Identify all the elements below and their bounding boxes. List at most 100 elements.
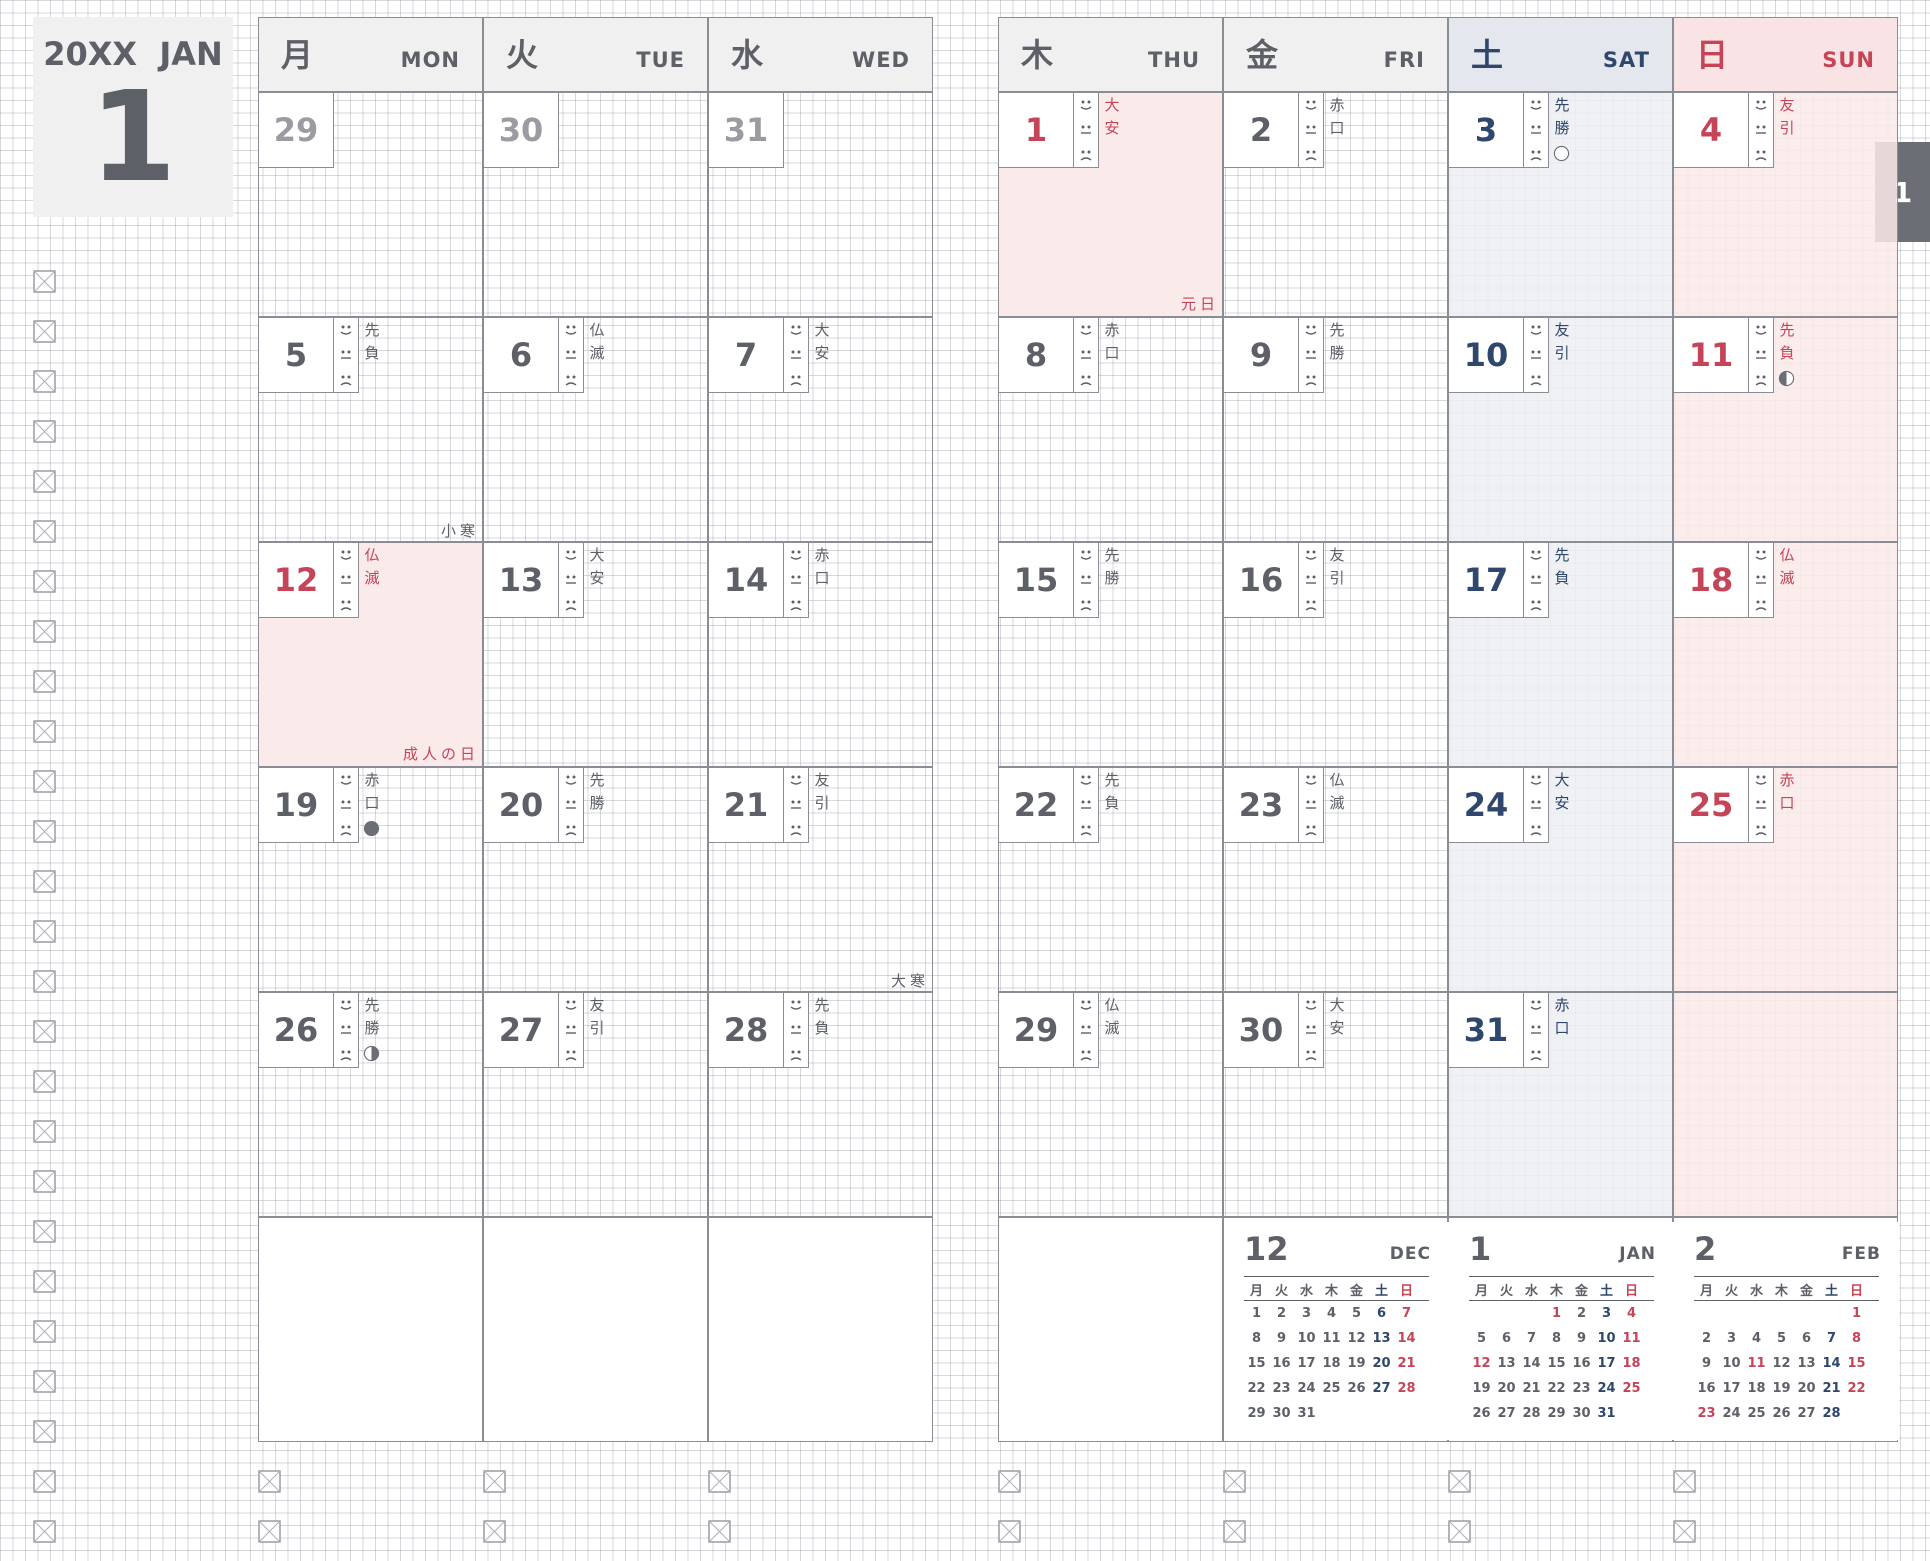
day-cell[interactable]: 4 友引 [1673, 92, 1898, 317]
day-cell[interactable]: 6 仏滅 [483, 317, 708, 542]
neutral-face-icon [1756, 125, 1766, 134]
mood-faces [1524, 93, 1549, 168]
day-cell[interactable]: 15 先勝 [998, 542, 1223, 767]
smile-face-icon [565, 550, 577, 560]
checkbox-icon[interactable] [708, 1470, 731, 1493]
day-cell[interactable]: 10 友引 [1448, 317, 1673, 542]
checkbox-icon[interactable] [33, 320, 56, 343]
checkbox-icon[interactable] [33, 1420, 56, 1443]
day-cell[interactable]: 9 先勝 [1223, 317, 1448, 542]
day-cell[interactable]: 29 仏滅 [998, 992, 1223, 1217]
checkbox-icon[interactable] [33, 1370, 56, 1393]
day-number: 26 [259, 993, 334, 1068]
mini-header-rule [1244, 1276, 1429, 1277]
checkbox-icon[interactable] [33, 1520, 56, 1543]
day-cell[interactable]: 29 [258, 92, 483, 317]
day-cell[interactable]: 27 友引 [483, 992, 708, 1217]
memo-cell[interactable] [258, 1217, 483, 1442]
checkbox-icon[interactable] [1223, 1520, 1246, 1543]
checkbox-icon[interactable] [33, 1320, 56, 1343]
checkbox-icon[interactable] [483, 1470, 506, 1493]
day-cell[interactable]: 18 仏滅 [1673, 542, 1898, 767]
day-cell[interactable]: 23 仏滅 [1223, 767, 1448, 992]
rokuyo-char: 大 [1329, 996, 1345, 1014]
holiday-name: 元日 [1180, 295, 1219, 313]
mini-day: 22 [1247, 1381, 1266, 1396]
checkbox-icon[interactable] [708, 1520, 731, 1543]
checkbox-icon[interactable] [33, 870, 56, 893]
checkbox-icon[interactable] [33, 570, 56, 593]
frown-face-icon [1305, 1050, 1317, 1061]
checkbox-icon[interactable] [1673, 1470, 1696, 1493]
checkbox-icon[interactable] [33, 820, 56, 843]
day-cell[interactable]: 24 大安 [1448, 767, 1673, 992]
mini-month-number: 2 [1694, 1230, 1717, 1268]
day-cell[interactable]: 21 友引 [708, 767, 933, 992]
checkbox-icon[interactable] [33, 1170, 56, 1193]
day-cell[interactable]: 1 大安元日 [998, 92, 1223, 317]
checkbox-icon[interactable] [33, 270, 56, 293]
checkbox-icon[interactable] [33, 1470, 56, 1493]
day-cell[interactable] [1673, 992, 1898, 1217]
checkbox-icon[interactable] [33, 1120, 56, 1143]
checkbox-icon[interactable] [33, 520, 56, 543]
checkbox-icon[interactable] [998, 1470, 1021, 1493]
day-cell[interactable]: 22 先負 [998, 767, 1223, 992]
checkbox-icon[interactable] [483, 1520, 506, 1543]
day-cell[interactable]: 20 先勝 [483, 767, 708, 992]
checkbox-icon[interactable] [258, 1470, 281, 1493]
mini-day: 7 [1826, 1331, 1837, 1346]
checkbox-icon[interactable] [33, 420, 56, 443]
checkbox-icon[interactable] [33, 1020, 56, 1043]
checkbox-icon[interactable] [1223, 1470, 1246, 1493]
day-cell[interactable]: 26 先勝 [258, 992, 483, 1217]
checkbox-icon[interactable] [33, 1070, 56, 1093]
mood-faces [784, 768, 809, 843]
checkbox-icon[interactable] [33, 470, 56, 493]
day-cell[interactable]: 11 先負 [1673, 317, 1898, 542]
day-cell[interactable]: 30 大安 [1223, 992, 1448, 1217]
day-cell[interactable]: 5 先負 [258, 317, 483, 542]
weekday-jp-label: 木 [1021, 36, 1054, 74]
checkbox-icon[interactable] [33, 370, 56, 393]
smile-face-icon [1530, 1000, 1542, 1010]
checkbox-icon[interactable] [33, 1270, 56, 1293]
day-cell[interactable]: 17 先負 [1448, 542, 1673, 767]
day-cell[interactable]: 2 赤口 [1223, 92, 1448, 317]
checkbox-icon[interactable] [1673, 1520, 1696, 1543]
day-cell[interactable]: 16 友引 [1223, 542, 1448, 767]
day-cell[interactable]: 31 赤口 [1448, 992, 1673, 1217]
day-cell[interactable]: 25 赤口 [1673, 767, 1898, 992]
mini-day: 17 [1722, 1381, 1741, 1396]
frown-face-icon [565, 375, 577, 386]
checkbox-icon[interactable] [1448, 1470, 1471, 1493]
checkbox-icon[interactable] [998, 1520, 1021, 1543]
memo-cell[interactable] [708, 1217, 933, 1442]
day-cell[interactable]: 13 大安 [483, 542, 708, 767]
checkbox-icon[interactable] [33, 620, 56, 643]
smile-face-icon [1305, 550, 1317, 560]
rokuyo-char: 勝 [589, 794, 605, 812]
day-cell[interactable]: 14 赤口 [708, 542, 933, 767]
day-cell[interactable]: 12 仏滅成人の日 [258, 542, 483, 767]
neutral-face-icon [791, 800, 801, 809]
checkbox-icon[interactable] [1448, 1520, 1471, 1543]
checkbox-icon[interactable] [33, 970, 56, 993]
checkbox-icon[interactable] [33, 670, 56, 693]
checkbox-icon[interactable] [33, 1220, 56, 1243]
day-cell[interactable]: 19 赤口 [258, 767, 483, 992]
day-cell[interactable]: 28 先負 [708, 992, 933, 1217]
day-cell[interactable]: 8 赤口 [998, 317, 1223, 542]
day-cell[interactable]: 30 [483, 92, 708, 317]
checkbox-icon[interactable] [33, 770, 56, 793]
day-cell[interactable]: 7 大安 [708, 317, 933, 542]
mood-faces [1299, 93, 1324, 168]
day-cell[interactable]: 31 [708, 92, 933, 317]
memo-cell[interactable] [483, 1217, 708, 1442]
day-cell[interactable]: 3 先勝 [1448, 92, 1673, 317]
checkbox-icon[interactable] [33, 720, 56, 743]
checkbox-icon[interactable] [258, 1520, 281, 1543]
memo-cell[interactable] [998, 1217, 1223, 1442]
checkbox-icon[interactable] [33, 920, 56, 943]
rokuyo-char: 大 [814, 321, 830, 339]
